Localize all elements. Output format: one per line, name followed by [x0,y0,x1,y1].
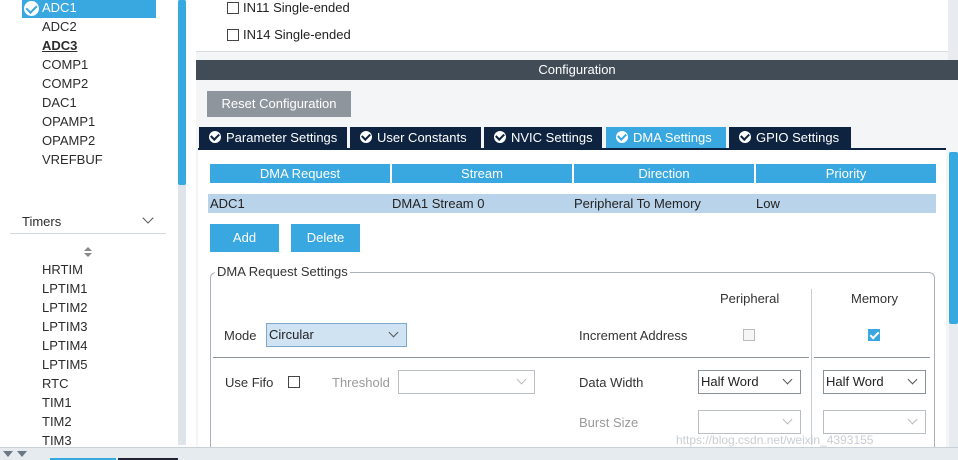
check-circle-icon [616,131,628,143]
tab-dma-settings[interactable]: DMA Settings [606,127,726,148]
tab-label: User Constants [377,130,467,145]
peripheral-item-dac1[interactable]: DAC1 [42,95,77,113]
left-scrollbar[interactable] [178,0,186,445]
table-cell-request[interactable]: ADC1 [208,194,390,213]
tab-label: Parameter Settings [226,130,338,145]
column-header-stream[interactable]: Stream [392,164,572,183]
app-window: ADC1 ADC2 ADC3 COMP1 COMP2 DAC1 OPAMP1 O… [0,0,958,460]
table-cell-priority[interactable]: Low [754,194,936,213]
timer-item-lptim2[interactable]: LPTIM2 [42,300,88,318]
peripheral-item-comp1[interactable]: COMP1 [42,57,88,75]
peripheral-column-label: Peripheral [720,291,780,306]
tab-parameter-settings[interactable]: Parameter Settings [199,127,347,148]
timer-item-lptim4[interactable]: LPTIM4 [42,338,88,356]
use-fifo-label: Use Fifo [225,375,274,390]
peripheral-item-vrefbuf[interactable]: VREFBUF [42,152,103,170]
settings-divider-right [814,357,930,358]
content-scrollbar-thumb[interactable] [949,152,958,324]
column-header-priority[interactable]: Priority [756,164,936,183]
channel-checkbox-in14[interactable] [227,29,239,41]
chevron-down-icon[interactable] [17,451,27,457]
chevron-down-icon [782,414,793,425]
settings-divider-left [213,357,809,358]
chevron-down-icon [782,374,793,385]
timer-item-rtc[interactable]: RTC [42,376,68,394]
chevron-down-icon [516,374,527,385]
burst-size-peripheral-select[interactable] [698,410,801,434]
chevron-down-icon [907,374,918,385]
timer-item-lptim1[interactable]: LPTIM1 [42,281,88,299]
channel-list-box: IN11 Single-ended IN14 Single-ended [196,0,948,52]
peripheral-item-opamp2[interactable]: OPAMP2 [42,133,95,151]
timers-header-label: Timers [22,214,62,229]
delete-button[interactable]: Delete [291,224,360,252]
check-circle-icon [494,131,506,143]
peripheral-item-adc1[interactable]: ADC1 [42,0,77,18]
channel-list-scrollbar[interactable] [948,0,958,60]
sort-icon[interactable] [84,247,94,259]
increment-peripheral-checkbox[interactable] [743,329,755,341]
threshold-label: Threshold [332,375,390,390]
mode-select[interactable]: Circular [266,323,407,347]
timer-item-lptim5[interactable]: LPTIM5 [42,357,88,375]
use-fifo-checkbox[interactable] [288,376,300,388]
data-width-memory-select[interactable]: Half Word [823,370,926,394]
peripheral-item-adc2[interactable]: ADC2 [42,19,77,37]
burst-size-label: Burst Size [579,415,639,430]
timer-item-hrtim[interactable]: HRTIM [42,262,83,280]
channel-label-in11: IN11 Single-ended [243,0,350,15]
check-circle-icon [360,131,372,143]
mode-select-value: Circular [269,327,314,342]
channel-checkbox-in11[interactable] [227,2,239,14]
data-width-label: Data Width [579,375,644,390]
increment-memory-checkbox[interactable] [868,329,880,341]
peripheral-item-adc3[interactable]: ADC3 [42,38,77,56]
tab-gpio-settings[interactable]: GPIO Settings [729,127,851,148]
chevron-down-icon[interactable] [3,451,13,457]
data-width-peripheral-select[interactable]: Half Word [698,370,801,394]
memory-column-label: Memory [851,291,898,306]
reset-configuration-button[interactable]: Reset Configuration [207,91,351,117]
chevron-down-icon[interactable] [142,212,154,224]
channel-label-in14: IN14 Single-ended [243,27,351,42]
bottom-scroll-bar[interactable] [0,447,958,460]
check-circle-icon [24,1,39,16]
dma-request-settings-title: DMA Request Settings [215,264,350,279]
tab-label: NVIC Settings [511,130,593,145]
mode-label: Mode [224,328,257,343]
peripheral-item-comp2[interactable]: COMP2 [42,76,88,94]
timers-category-header[interactable]: Timers [10,210,166,234]
check-circle-icon [739,131,751,143]
left-scrollbar-thumb[interactable] [178,0,186,185]
content-scrollbar[interactable] [949,152,958,447]
column-divider [811,289,812,445]
burst-size-memory-select[interactable] [823,410,926,434]
table-cell-stream[interactable]: DMA1 Stream 0 [390,194,572,213]
column-header-dma-request[interactable]: DMA Request [210,164,390,183]
tab-label: DMA Settings [633,130,712,145]
chevron-down-icon [388,327,399,338]
table-cell-direction[interactable]: Peripheral To Memory [572,194,754,213]
tab-user-constants[interactable]: User Constants [350,127,481,148]
tab-label: GPIO Settings [756,130,840,145]
chevron-down-icon [907,414,918,425]
watermark-text: https://blog.csdn.net/weixin_4393155 [676,433,874,447]
check-circle-icon [209,131,221,143]
configuration-title-bar: Configuration [196,60,958,80]
increment-address-label: Increment Address [579,328,688,343]
tab-nvic-settings[interactable]: NVIC Settings [484,127,602,148]
peripheral-item-opamp1[interactable]: OPAMP1 [42,114,95,132]
threshold-select[interactable] [398,370,535,394]
add-button[interactable]: Add [210,224,279,252]
data-width-peripheral-value: Half Word [701,374,759,389]
timer-item-tim2[interactable]: TIM2 [42,414,72,432]
timer-item-lptim3[interactable]: LPTIM3 [42,319,88,337]
timer-item-tim1[interactable]: TIM1 [42,395,72,413]
data-width-memory-value: Half Word [826,374,884,389]
column-header-direction[interactable]: Direction [574,164,754,183]
peripheral-tree-panel: ADC1 ADC2 ADC3 COMP1 COMP2 DAC1 OPAMP1 O… [0,0,188,460]
